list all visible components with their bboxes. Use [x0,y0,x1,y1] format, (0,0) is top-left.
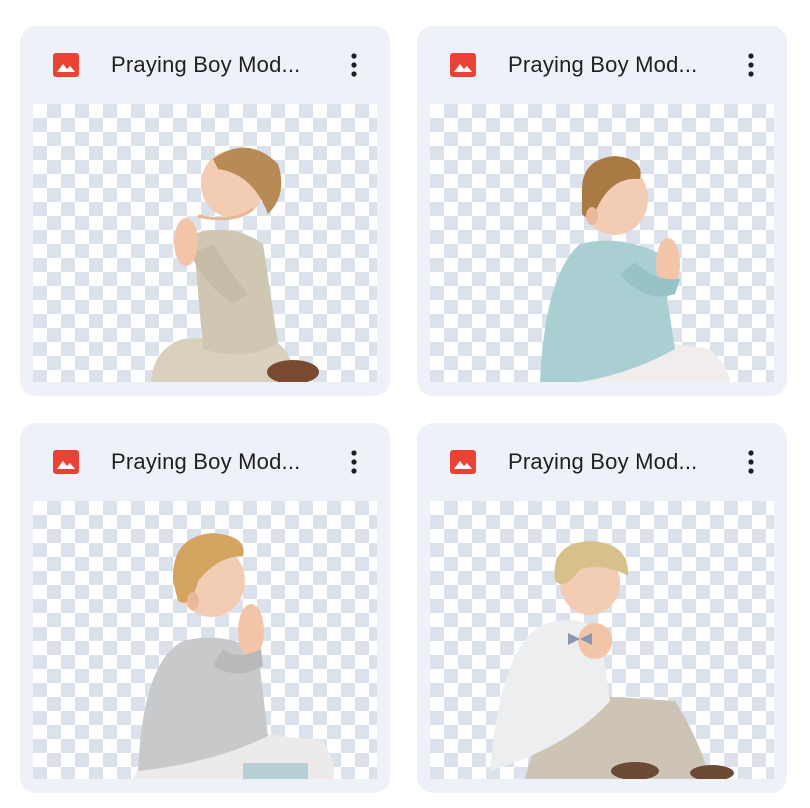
image-file-icon [450,450,476,474]
praying-boy-image [133,533,335,779]
file-thumbnail[interactable] [33,104,377,382]
file-card[interactable]: Praying Boy Mod... [20,423,390,793]
praying-boy-image [490,541,734,779]
file-thumbnail[interactable] [430,104,774,382]
more-vert-icon[interactable] [735,445,767,479]
more-vert-icon[interactable] [735,48,767,82]
image-file-icon [53,53,79,77]
more-vert-icon[interactable] [338,445,370,479]
more-vert-icon[interactable] [338,48,370,82]
file-thumbnail[interactable] [430,501,774,779]
file-title[interactable]: Praying Boy Mod... [508,52,697,78]
file-card-header: Praying Boy Mod... [417,26,787,104]
file-card-header: Praying Boy Mod... [20,423,390,501]
file-grid: Praying Boy Mod... Praying Boy Mod... Pr… [0,0,810,808]
image-file-icon [53,450,79,474]
file-card-header: Praying Boy Mod... [20,26,390,104]
file-card[interactable]: Praying Boy Mod... [417,26,787,396]
file-card[interactable]: Praying Boy Mod... [20,26,390,396]
file-card-header: Praying Boy Mod... [417,423,787,501]
file-card[interactable]: Praying Boy Mod... [417,423,787,793]
file-title[interactable]: Praying Boy Mod... [111,52,300,78]
praying-boy-image [151,147,319,382]
file-thumbnail[interactable] [33,501,377,779]
file-title[interactable]: Praying Boy Mod... [111,449,300,475]
image-file-icon [450,53,476,77]
file-title[interactable]: Praying Boy Mod... [508,449,697,475]
praying-boy-image [540,156,730,382]
